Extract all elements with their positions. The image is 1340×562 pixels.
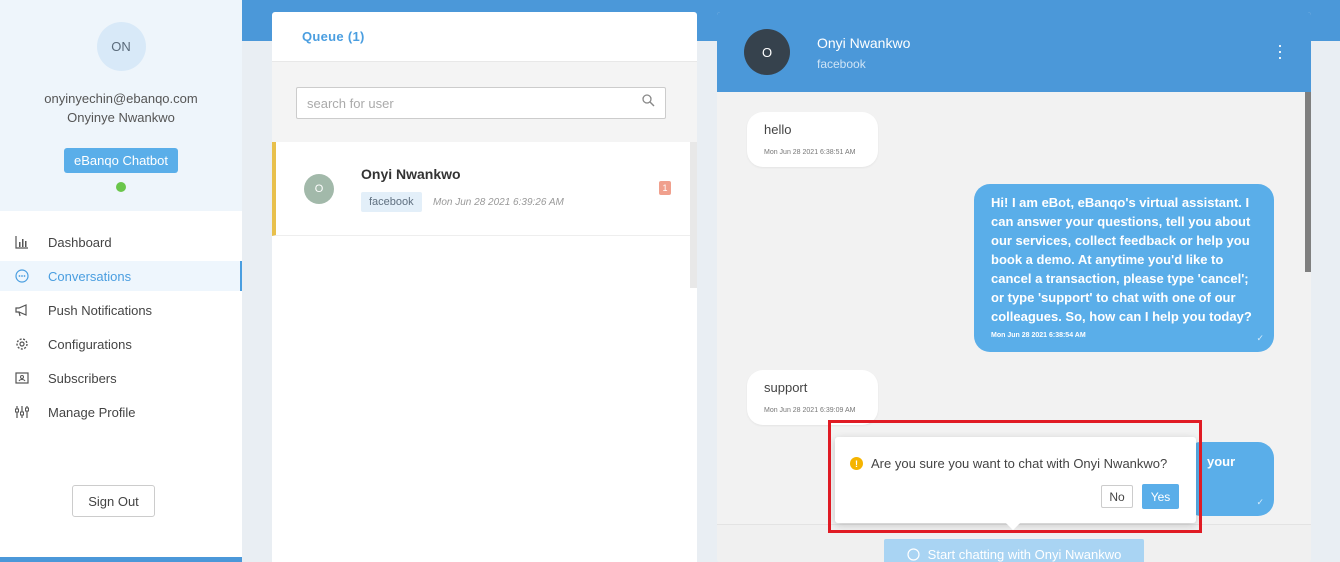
- more-vertical-icon[interactable]: · · ·: [1277, 36, 1283, 66]
- sidebar: ON onyinyechin@ebanqo.com Onyinye Nwankw…: [0, 0, 242, 562]
- no-button[interactable]: No: [1101, 485, 1133, 508]
- sidebar-item-label: Dashboard: [48, 234, 112, 250]
- sidebar-item-label: Subscribers: [48, 370, 117, 386]
- chat-footer: Start chatting with Onyi Nwankwo: [717, 524, 1311, 562]
- incoming-message: hello Mon Jun 28 2021 6:38:51 AM: [747, 112, 878, 167]
- queue-panel: Queue (1) O Onyi Nwankwo facebook Mon Ju…: [272, 12, 697, 562]
- sign-out-button[interactable]: Sign Out: [72, 485, 155, 517]
- message-time: Mon Jun 28 2021 6:39:09 AM: [764, 407, 856, 414]
- search-icon[interactable]: [642, 94, 655, 112]
- outgoing-message: your ✓: [1185, 442, 1274, 516]
- message-time: Mon Jun 28 2021 6:38:54 AM: [991, 332, 1086, 339]
- list-item[interactable]: O Onyi Nwankwo facebook Mon Jun 28 2021 …: [272, 142, 690, 236]
- contact-card-icon: [14, 370, 30, 386]
- message-text: Hi! I am eBot, eBanqo's virtual assistan…: [991, 195, 1252, 324]
- yes-button[interactable]: Yes: [1142, 484, 1179, 509]
- bar-chart-icon: [14, 234, 30, 250]
- gear-icon: [14, 336, 30, 352]
- sidebar-item-label: Configurations: [48, 336, 132, 352]
- chat-header: O Onyi Nwankwo facebook · · ·: [717, 12, 1311, 92]
- sidebar-item-configurations[interactable]: Configurations: [0, 329, 242, 359]
- timestamp: Mon Jun 28 2021 6:39:26 AM: [433, 197, 564, 208]
- sidebar-item-push-notifications[interactable]: Push Notifications: [0, 295, 242, 325]
- read-check-icon: ✓: [1256, 497, 1264, 507]
- avatar: O: [744, 29, 790, 75]
- incoming-message: support Mon Jun 28 2021 6:39:09 AM: [747, 370, 878, 425]
- message-text: hello: [764, 122, 792, 137]
- sidebar-item-subscribers[interactable]: Subscribers: [0, 363, 242, 393]
- warning-icon: !: [850, 457, 863, 470]
- sidebar-item-dashboard[interactable]: Dashboard: [0, 227, 242, 257]
- search-area: [272, 62, 697, 142]
- channel-badge: facebook: [361, 192, 422, 212]
- chat-bubble-icon: [14, 268, 30, 284]
- search-input[interactable]: [307, 95, 642, 111]
- sidebar-bottom-bar: [0, 557, 242, 562]
- unread-count-badge: 1: [659, 181, 671, 195]
- avatar: ON: [96, 22, 146, 71]
- queue-list: O Onyi Nwankwo facebook Mon Jun 28 2021 …: [272, 142, 697, 542]
- search-box: [296, 87, 666, 119]
- sliders-icon: [14, 404, 30, 420]
- online-status-dot: [116, 182, 126, 192]
- user-name: Onyinye Nwankwo: [67, 110, 175, 125]
- start-chat-button[interactable]: Start chatting with Onyi Nwankwo: [884, 539, 1144, 562]
- queue-scrollbar[interactable]: [690, 142, 697, 288]
- message-text: support: [764, 380, 808, 395]
- sidebar-item-manage-profile[interactable]: Manage Profile: [0, 397, 242, 427]
- start-chat-label: Start chatting with Onyi Nwankwo: [927, 546, 1122, 562]
- message-time: Mon Jun 28 2021 6:38:51 AM: [764, 149, 856, 156]
- chat-channel: facebook: [817, 57, 866, 71]
- sidebar-item-label: Manage Profile: [48, 404, 136, 420]
- sidebar-item-label: Conversations: [48, 268, 132, 284]
- sidebar-item-label: Push Notifications: [48, 302, 153, 318]
- chat-contact-name: Onyi Nwankwo: [817, 35, 911, 51]
- profile-panel: ON onyinyechin@ebanqo.com Onyinye Nwankw…: [0, 0, 242, 211]
- megaphone-icon: [14, 302, 30, 318]
- user-email: onyinyechin@ebanqo.com: [44, 91, 198, 106]
- contact-name: Onyi Nwankwo: [361, 166, 461, 182]
- queue-title: Queue (1): [272, 12, 697, 62]
- read-check-icon: ✓: [1256, 333, 1264, 343]
- confirm-popover: ! Are you sure you want to chat with Ony…: [835, 437, 1196, 531]
- confirm-text: Are you sure you want to chat with Onyi …: [871, 456, 1168, 471]
- outgoing-message: Hi! I am eBot, eBanqo's virtual assistan…: [974, 184, 1274, 352]
- sidebar-nav: Dashboard Conversations Push Notificatio…: [0, 227, 242, 427]
- sidebar-item-conversations[interactable]: Conversations: [0, 261, 242, 291]
- avatar: O: [304, 174, 334, 204]
- chat-scrollbar[interactable]: [1305, 92, 1311, 272]
- chat-bubble-icon: [907, 547, 920, 561]
- chatbot-button[interactable]: eBanqo Chatbot: [64, 148, 178, 173]
